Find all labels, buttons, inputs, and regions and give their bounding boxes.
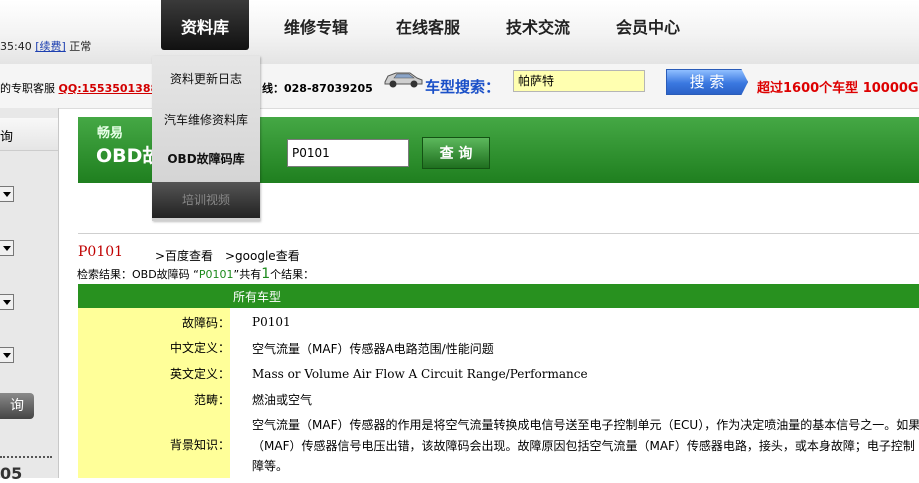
section-divider	[78, 233, 919, 234]
nav-item-repair-albums[interactable]: 维修专辑	[268, 0, 364, 50]
status-text: 正常	[69, 40, 92, 53]
table-row-en-def-value: Mass or Volume Air Flow A Circuit Range/…	[252, 367, 588, 381]
background-line-3: 障等。	[252, 459, 289, 473]
nav-item-tech-exchange[interactable]: 技术交流	[490, 0, 586, 50]
label-column: 故障码： 中文定义： 英文定义： 范畴： 背景知识：	[78, 308, 230, 478]
customer-service-contact: 的专职客服 QQ:1553501388	[0, 80, 158, 96]
sidebar-select-3[interactable]	[0, 294, 14, 310]
table-row-code-value: P0101	[252, 315, 291, 329]
background-line-2: （MAF）传感器信号电压出错，该故障码会出现。故障原因包括空气流量（MAF）传感…	[252, 439, 915, 453]
table-header-label: 所有车型	[233, 290, 282, 304]
sidebar-header-text: 询	[0, 130, 14, 145]
menu-item-repair-database[interactable]: 汽车维修资料库	[152, 101, 260, 139]
contact-prefix: 的专职客服	[0, 82, 55, 95]
sidebar-select-4[interactable]	[0, 347, 14, 363]
result-summary: 检索结果：OBD故障码 “P0101”共有1个结果：	[77, 266, 314, 282]
car-search-label: 车型搜索：	[425, 78, 501, 96]
fault-code-title: P0101	[78, 244, 124, 260]
database-dropdown-menu: 资料更新日志 汽车维修资料库 OBD故障码库 培训视频	[152, 56, 260, 221]
sidebar-query-button[interactable]: 询	[0, 393, 34, 419]
sidebar-number: 05	[0, 464, 23, 483]
row-label-category: 范畴：	[193, 393, 230, 407]
result-mid: ”共有	[233, 268, 262, 281]
row-label-en-def: 英文定义：	[169, 367, 230, 381]
table-row-cn-def-value: 空气流量（MAF）传感器A电路范围/性能问题	[252, 342, 494, 356]
car-icon	[384, 72, 423, 88]
car-model-search-input[interactable]	[513, 70, 645, 92]
table-row-category-value: 燃油或空气	[252, 393, 313, 407]
left-sidebar	[0, 108, 59, 478]
search-button[interactable]: 搜 索	[666, 69, 748, 95]
table-header	[78, 284, 919, 308]
background-line-1: 空气流量（MAF）传感器的作用是将空气流量转换成电信号送至电子控制单元（ECU）…	[252, 418, 919, 432]
sidebar-select-1[interactable]	[0, 186, 14, 202]
baidu-link[interactable]: >百度查看	[155, 247, 213, 264]
sidebar-select-2[interactable]	[0, 240, 14, 256]
row-label-cn-def: 中文定义：	[169, 341, 230, 355]
nav-item-online-service[interactable]: 在线客服	[380, 0, 476, 50]
row-label-code: 故障码：	[181, 316, 230, 330]
result-count: 1	[261, 266, 271, 282]
qq-link[interactable]: QQ:1553501388	[59, 82, 159, 95]
menu-item-update-log[interactable]: 资料更新日志	[152, 60, 260, 98]
menu-item-training-video[interactable]: 培训视频	[152, 182, 260, 218]
banner-brand: 畅易	[97, 126, 124, 141]
row-label-background: 背景知识：	[169, 438, 230, 452]
sidebar-header: 询	[0, 118, 58, 151]
result-code: P0101	[198, 268, 234, 281]
nav-item-database[interactable]: 资料库	[161, 0, 249, 50]
account-status: 35:40 [续费] 正常	[0, 38, 91, 54]
hotline-number: 线：028-87039205	[262, 82, 373, 95]
result-suffix: 个结果：	[270, 268, 315, 281]
nav-item-member-center[interactable]: 会员中心	[600, 0, 696, 50]
sidebar-divider	[0, 456, 52, 458]
google-link[interactable]: >google查看	[225, 247, 300, 264]
promo-text: 超过1600个车型 10000G	[757, 81, 919, 96]
status-time: 35:40	[0, 40, 32, 53]
renew-link[interactable]: [续费]	[35, 40, 66, 53]
query-button[interactable]: 查 询	[422, 137, 490, 169]
fault-code-input[interactable]	[287, 139, 409, 167]
result-prefix: 检索结果：OBD故障码 “	[77, 268, 199, 281]
menu-item-obd-codes[interactable]: OBD故障码库	[152, 140, 260, 178]
